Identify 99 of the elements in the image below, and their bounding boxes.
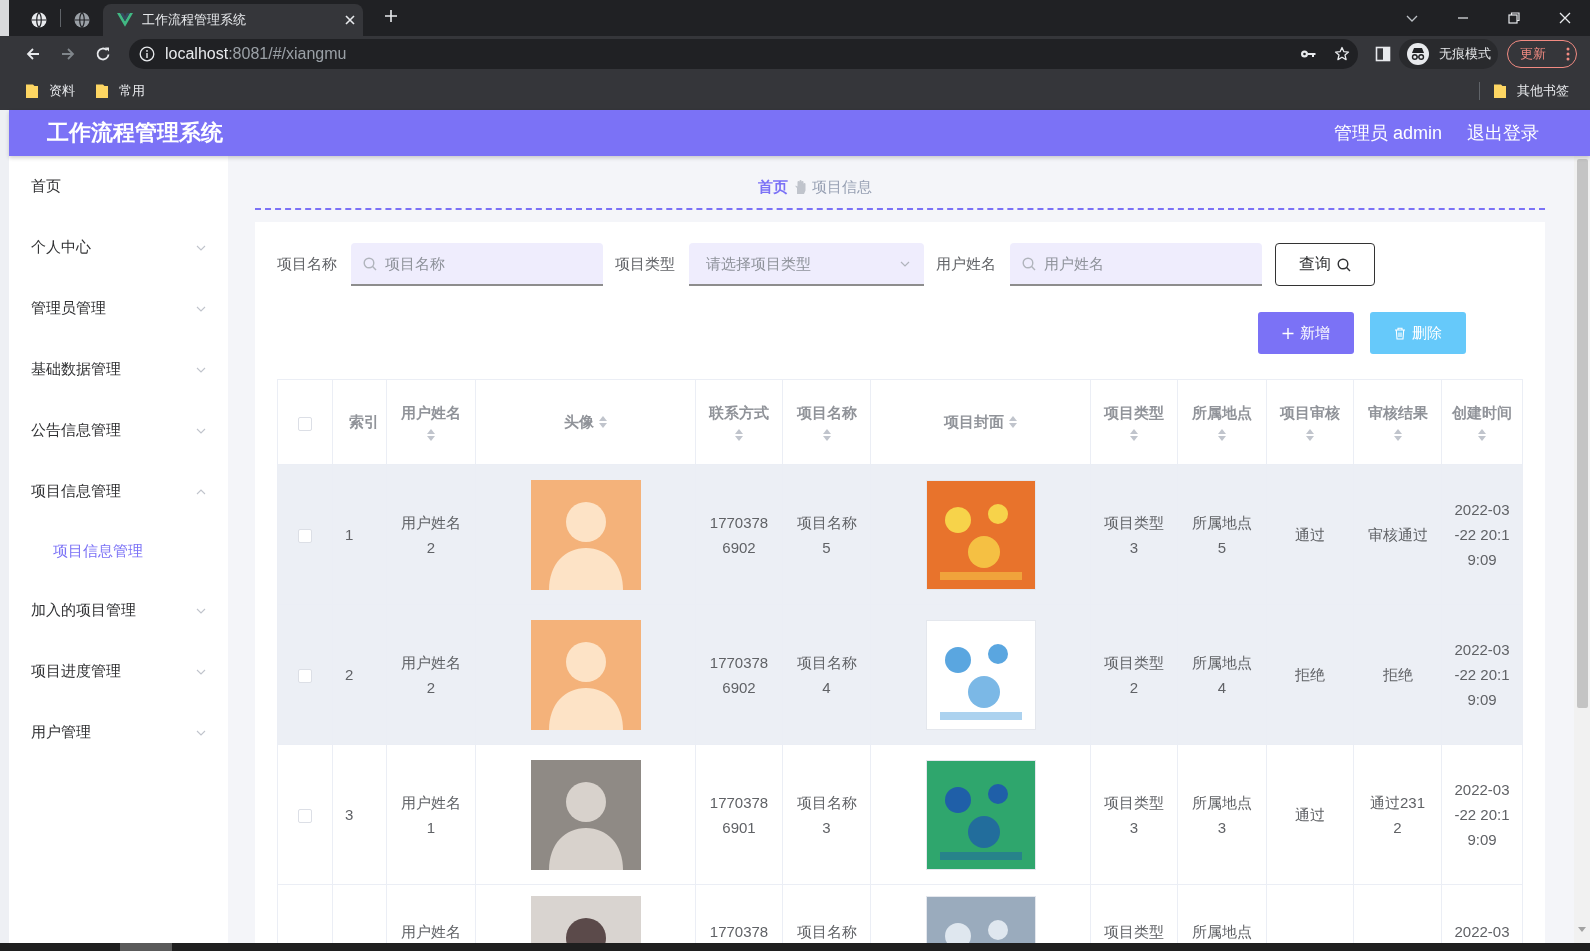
search-button[interactable]: 查询 [1275,243,1375,286]
field-label: 项目类型 [615,255,675,274]
table-cell: 通过 [1266,464,1354,605]
menu-item[interactable]: 基础数据管理 [9,339,228,400]
app-title: 工作流程管理系统 [47,119,223,147]
more-icon [1566,47,1570,61]
sort-icon[interactable] [599,416,607,428]
logout-link[interactable]: 退出登录 [1467,121,1539,145]
search-icon [1337,257,1351,272]
table-cell: 审核通过 [1353,464,1442,605]
globe-icon [31,12,47,28]
sort-icon[interactable] [1393,428,1402,441]
arrow-down-icon[interactable] [1578,927,1586,932]
sort-icon[interactable] [1306,428,1314,441]
browser-tab[interactable]: 工作流程管理系统 [103,4,363,36]
star-icon[interactable] [1334,46,1350,62]
incognito-icon [1407,43,1429,65]
bookmark[interactable]: 常用 [95,82,145,100]
scrollbar-thumb[interactable] [1576,159,1588,708]
user-label: 管理员 admin [1333,122,1442,145]
field-label: 用户姓名 [936,255,996,274]
add-button[interactable]: 新增 [1258,312,1354,354]
menu-item[interactable]: 公告信息管理 [9,400,228,461]
hand-icon [794,179,806,195]
reload-icon[interactable] [94,46,111,62]
table-cell: 项目名称3 [782,744,871,885]
menu-item[interactable]: 加入的项目管理 [9,580,228,641]
trash-icon [1394,326,1406,340]
table-cell: 17703786902 [695,604,783,745]
row-checkbox[interactable] [298,669,312,684]
arrow-right-icon[interactable] [59,46,76,62]
logo-icon [117,12,133,28]
table-cell: 所属地点5 [1177,464,1267,605]
table-cell: 项目类型3 [1090,464,1178,605]
sort-icon[interactable] [1478,428,1486,441]
table-cell: 2022-03-22 20:19:09 [1441,464,1523,605]
table-cell: 项目类型3 [1090,744,1178,885]
chevron-down-icon [900,261,910,267]
sort-icon[interactable] [1218,428,1226,441]
side-panel-icon[interactable] [1375,46,1391,62]
menu-item[interactable]: 项目进度管理 [9,641,228,702]
plus-icon[interactable] [383,8,399,24]
table-cell: 通过2312 [1353,744,1442,885]
info-icon[interactable] [139,46,155,62]
table-cell: 17703786901 [695,744,783,885]
menu-item[interactable]: 项目信息管理 [9,461,228,522]
folder-icon [95,83,109,99]
sort-icon[interactable] [1009,416,1017,428]
table-cell: 用户姓名2 [386,464,476,605]
table-cell: 通过 [1266,744,1354,885]
incognito-button[interactable]: 无痕模式 [1399,39,1498,69]
submenu-item[interactable]: 项目信息管理 [9,522,228,580]
plus-icon [1282,326,1294,340]
sort-icon[interactable] [1130,428,1138,441]
table-cell: 所属地点4 [1177,604,1267,745]
sort-icon[interactable] [427,428,435,441]
bookmark-folder[interactable]: 其他书签 [1493,82,1569,100]
scrollbar-thumb[interactable] [120,943,172,951]
arrow-left-icon[interactable] [24,46,41,62]
table-cell: 3 [332,744,387,885]
url-text: localhost:8081/#/xiangmu [165,45,348,63]
table-cell: 拒绝 [1353,604,1442,745]
sort-icon[interactable] [822,428,831,441]
address-bar[interactable]: localhost:8081/#/xiangmu [129,39,1358,69]
select-all-checkbox[interactable] [298,416,312,431]
table-cell: 用户姓名2 [386,604,476,745]
row-checkbox[interactable] [298,809,312,824]
sort-icon[interactable] [735,428,743,441]
folder-icon [1493,83,1507,99]
table-cell: 所属地点3 [1177,744,1267,885]
field-label: 项目名称 [277,255,337,274]
table-cell: 项目类型2 [1090,604,1178,745]
search-icon [363,257,377,271]
menu-item[interactable]: 用户管理 [9,702,228,763]
table-cell: 用户姓名1 [386,744,476,885]
table-cell: 2022-03-22 20:19:09 [1441,604,1523,745]
search-icon [1022,257,1036,271]
desktop-background [0,0,9,36]
select-field[interactable]: 请选择项目类型 [689,243,924,286]
breadcrumb-current: 项目信息 [812,177,872,197]
table-cell: 2 [332,604,387,745]
table-cell: 拒绝 [1266,604,1354,745]
menu-item[interactable]: 首页 [9,156,228,217]
bookmark[interactable]: 资料 [25,82,75,100]
table-cell: 项目名称4 [782,604,871,745]
globe-icon [74,12,90,28]
search-field[interactable]: 项目名称 [351,243,603,286]
search-field[interactable]: 用户姓名 [1010,243,1262,286]
column-header: 索引 [332,379,387,465]
restore-icon[interactable] [1506,11,1521,25]
menu-item[interactable]: 管理员管理 [9,278,228,339]
close-icon[interactable] [1557,11,1572,25]
table-cell: 17703786902 [695,464,783,605]
table-cell: 2022-03-22 20:19:09 [1441,744,1523,885]
table-cell: 项目名称5 [782,464,871,605]
table-cell: 1 [332,464,387,605]
menu-item[interactable]: 个人中心 [9,217,228,278]
folder-icon [25,83,39,99]
row-checkbox[interactable] [298,529,312,544]
